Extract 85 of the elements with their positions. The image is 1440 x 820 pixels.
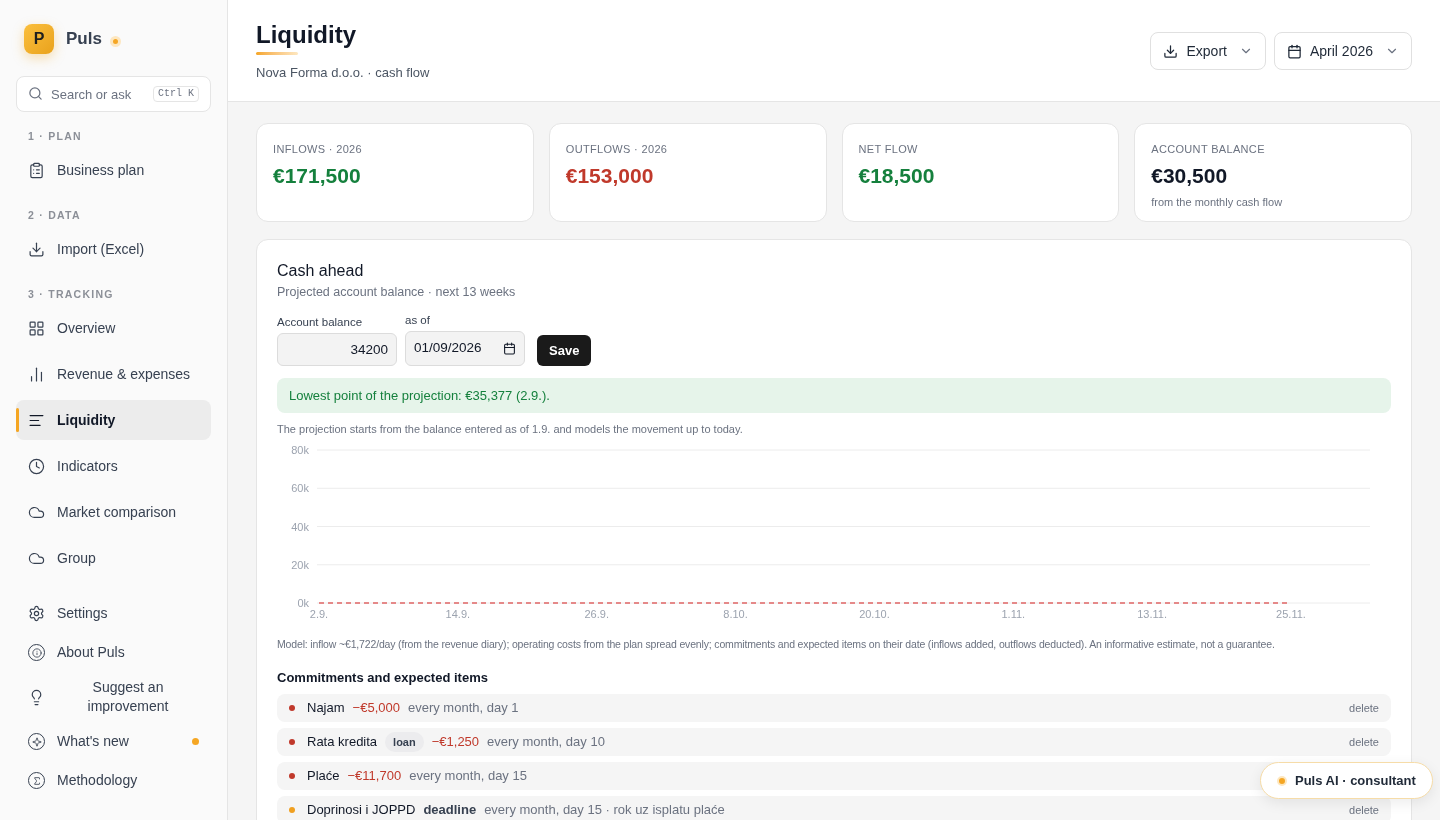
x-tick-label: 13.11. — [1137, 608, 1168, 620]
commitment-schedule: every month, day 1 — [407, 699, 519, 718]
nav-item[interactable]: Revenue & expenses — [16, 354, 211, 395]
commitment-schedule: every month, day 10 — [487, 733, 605, 752]
nav-item[interactable]: Market comparison — [16, 492, 211, 533]
period-button[interactable]: April 2026 — [1273, 32, 1412, 70]
date-input[interactable]: 01/09/2026 — [405, 331, 525, 366]
delete-link[interactable]: delete — [1349, 699, 1379, 717]
logo: P — [24, 24, 54, 54]
page-subtitle: Nova Forma d.o.o. · cash flow — [256, 64, 430, 82]
commitment-name: Rata kredita — [307, 733, 378, 752]
kpi-value: €18,500 — [858, 162, 936, 189]
commitment-amount: −€11,700 — [347, 767, 402, 786]
y-tick-label: 20k — [291, 558, 309, 571]
save-button[interactable]: Save — [537, 335, 592, 366]
delete-link[interactable]: delete — [1349, 801, 1379, 819]
footer-nav-item[interactable]: About Puls — [16, 633, 211, 673]
section-heading: 1 · PLAN — [28, 129, 83, 144]
kpi-label: ACCOUNT BALANCE — [1151, 142, 1266, 157]
nav-icon — [28, 457, 45, 475]
model-note: Model: inflow ~€1,722/day (from the revenue diary); operating costs from the plan spread evenly; commitments and expected items on their date (inflows added, outflows deducted). An informative estimate, not a guarantee. — [277, 637, 1275, 652]
commitment-schedule: every month, day 15 — [409, 767, 527, 786]
section-heading: 3 · TRACKING — [28, 286, 115, 302]
projection-note: The projection starts from the balance entered as of 1.9. and models the movement up to today. — [277, 422, 744, 437]
kpi-note: from the monthly cash flow — [1151, 195, 1284, 210]
section-heading: 2 · DATA — [28, 207, 82, 223]
y-tick-label: 40k — [291, 520, 309, 533]
nav-item[interactable]: Liquidity — [16, 400, 211, 441]
x-tick-label: 8.10. — [723, 608, 748, 620]
kpi-label: OUTFLOWS · 2026 — [565, 142, 669, 157]
card-title: Cash ahead — [277, 261, 365, 281]
commitment-amount: −€5,000 — [352, 699, 400, 718]
commitment-name: Doprinosi i JOPPD — [307, 801, 416, 820]
nav-item[interactable]: Import (Excel) — [16, 229, 211, 270]
search-icon — [28, 86, 43, 101]
y-tick-label: 60k — [291, 482, 309, 495]
footer-nav-item[interactable]: What's new — [16, 722, 211, 762]
section-title: Commitments and expected items — [277, 669, 489, 687]
x-tick-label: 14.9. — [445, 608, 471, 620]
footer-nav-item[interactable]: Methodology — [16, 761, 211, 801]
brand-name: Puls — [66, 28, 102, 51]
field-label: Account balance — [277, 315, 364, 330]
shortcut-hint: Ctrl K — [153, 86, 199, 102]
active-indicator — [16, 408, 19, 433]
download-icon — [1163, 43, 1179, 59]
x-tick-label: 26.9. — [584, 608, 609, 620]
calendar-icon — [503, 342, 516, 355]
x-tick-label: 1.11. — [1001, 608, 1026, 620]
delete-link[interactable]: delete — [1349, 733, 1379, 751]
y-tick-label: 0k — [297, 597, 309, 609]
field-label: as of — [405, 313, 431, 328]
card-subtitle: Projected account balance · next 13 weeks — [277, 284, 517, 301]
nav-icon — [28, 241, 45, 258]
nav-item[interactable]: Business plan — [16, 150, 211, 191]
kpi-value: €30,500 — [1151, 162, 1229, 189]
nav-icon — [28, 605, 45, 623]
footer-nav-item[interactable]: Settings — [16, 594, 211, 634]
commitment-tag: deadline — [423, 800, 477, 820]
assistant-button[interactable]: Puls AI · consultant — [1260, 762, 1433, 799]
page-title: Liquidity — [256, 20, 357, 50]
title-underline — [256, 52, 298, 55]
commitment-schedule: every month, day 15 · rok uz isplatu plaće — [484, 801, 725, 820]
commitment-amount: −€1,250 — [431, 733, 480, 752]
x-tick-label: 25.11. — [1276, 608, 1306, 620]
balance-input[interactable]: 34200 — [277, 333, 397, 366]
kpi-value: €153,000 — [565, 162, 655, 189]
commitment-name: Najam — [307, 699, 345, 718]
nav-item[interactable]: Overview — [16, 308, 211, 349]
x-tick-label: 2.9. — [309, 608, 329, 620]
nav-icon — [28, 319, 45, 337]
x-tick-label: 20.10. — [859, 608, 890, 620]
commitment-tag: loan — [385, 731, 424, 753]
kpi-value: €171,500 — [273, 162, 362, 189]
y-tick-label: 80k — [291, 444, 309, 456]
kpi-label: NET FLOW — [858, 142, 919, 157]
nav-item[interactable]: Group — [16, 538, 211, 579]
nav-icon — [28, 162, 45, 180]
footer-nav-item[interactable]: Suggest an improvement — [16, 672, 211, 723]
kpi-label: INFLOWS · 2026 — [273, 142, 363, 157]
commitment-name: Plaće — [307, 767, 340, 786]
nav-icon — [28, 365, 45, 383]
calendar-icon — [1286, 43, 1302, 59]
nav-item[interactable]: Indicators — [16, 446, 211, 487]
export-button[interactable]: Export — [1150, 32, 1266, 70]
lowest-point-alert: Lowest point of the projection: €35,377 (2.9.). — [277, 378, 1391, 413]
